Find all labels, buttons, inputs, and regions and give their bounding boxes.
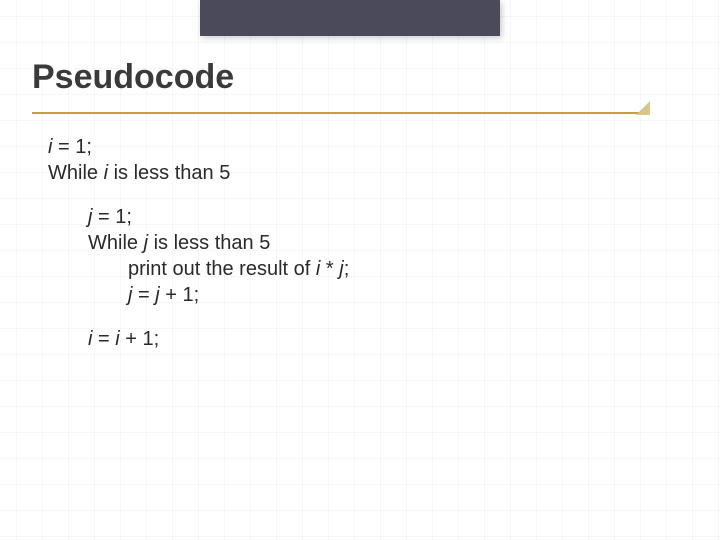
text: While [48, 162, 104, 184]
text: ; [344, 258, 350, 280]
text: = 1; [52, 136, 91, 158]
pseudocode-block: i = 1; While i is less than 5 j = 1; Whi… [48, 134, 349, 352]
text: is less than 5 [108, 162, 230, 184]
text: * [320, 258, 339, 280]
slide: Pseudocode i = 1; While i is less than 5… [0, 0, 720, 540]
code-line-7: i = i + 1; [48, 326, 349, 352]
text: + 1; [120, 328, 159, 350]
text: is less than 5 [148, 232, 270, 254]
code-line-2: While i is less than 5 [48, 160, 349, 186]
text: = [92, 328, 115, 350]
text: = 1; [92, 206, 131, 228]
corner-fold-icon [636, 101, 650, 115]
code-line-6: j = j + 1; [48, 282, 349, 308]
code-line-3: j = 1; [48, 204, 349, 230]
top-accent-block [200, 0, 500, 36]
blank-line [48, 308, 349, 326]
slide-title: Pseudocode [32, 58, 660, 105]
text: print out the result of [128, 258, 316, 280]
code-line-5: print out the result of i * j; [48, 256, 349, 282]
text: = [132, 284, 155, 306]
blank-line [48, 186, 349, 204]
code-line-4: While j is less than 5 [48, 230, 349, 256]
title-underline [32, 112, 650, 114]
code-line-1: i = 1; [48, 134, 349, 160]
text: While [88, 232, 144, 254]
corner-fold-shadow [650, 101, 664, 115]
text: + 1; [160, 284, 199, 306]
